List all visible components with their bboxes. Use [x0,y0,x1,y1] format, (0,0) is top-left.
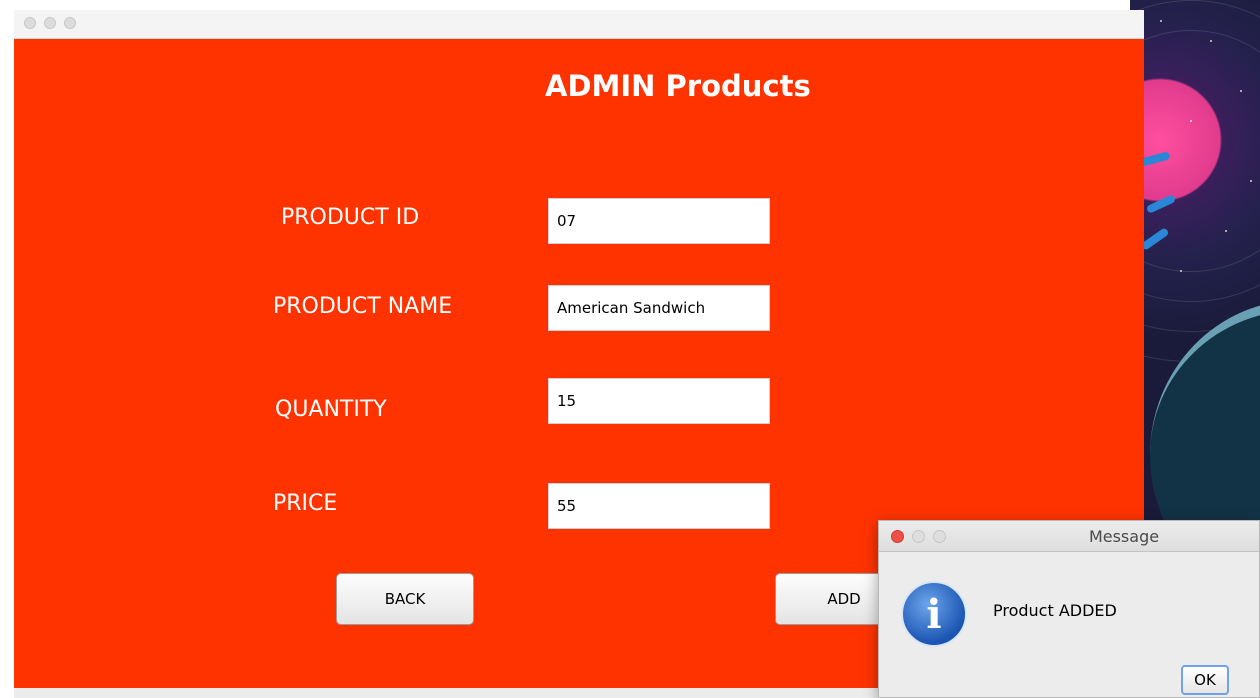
info-icon: i [901,581,967,647]
page-title: ADMIN Products [545,69,811,103]
product-name-field[interactable] [548,285,770,331]
window-titlebar [14,10,1144,39]
window-minimize-button[interactable] [44,17,56,29]
window-close-button[interactable] [24,17,36,29]
dialog-titlebar: Message [879,521,1259,552]
message-dialog: Message i Product ADDED OK [878,520,1260,698]
dialog-message: Product ADDED [993,601,1117,620]
back-button[interactable]: BACK [336,573,474,625]
quantity-label: QUANTITY [275,397,387,422]
product-id-label: PRODUCT ID [281,205,420,230]
window-zoom-button[interactable] [64,17,76,29]
quantity-field[interactable] [548,378,770,424]
price-field[interactable] [548,483,770,529]
product-name-label: PRODUCT NAME [273,294,453,319]
dialog-title: Message [1088,527,1160,546]
product-id-field[interactable] [548,198,770,244]
price-label: PRICE [273,491,338,516]
ok-button[interactable]: OK [1181,665,1229,695]
